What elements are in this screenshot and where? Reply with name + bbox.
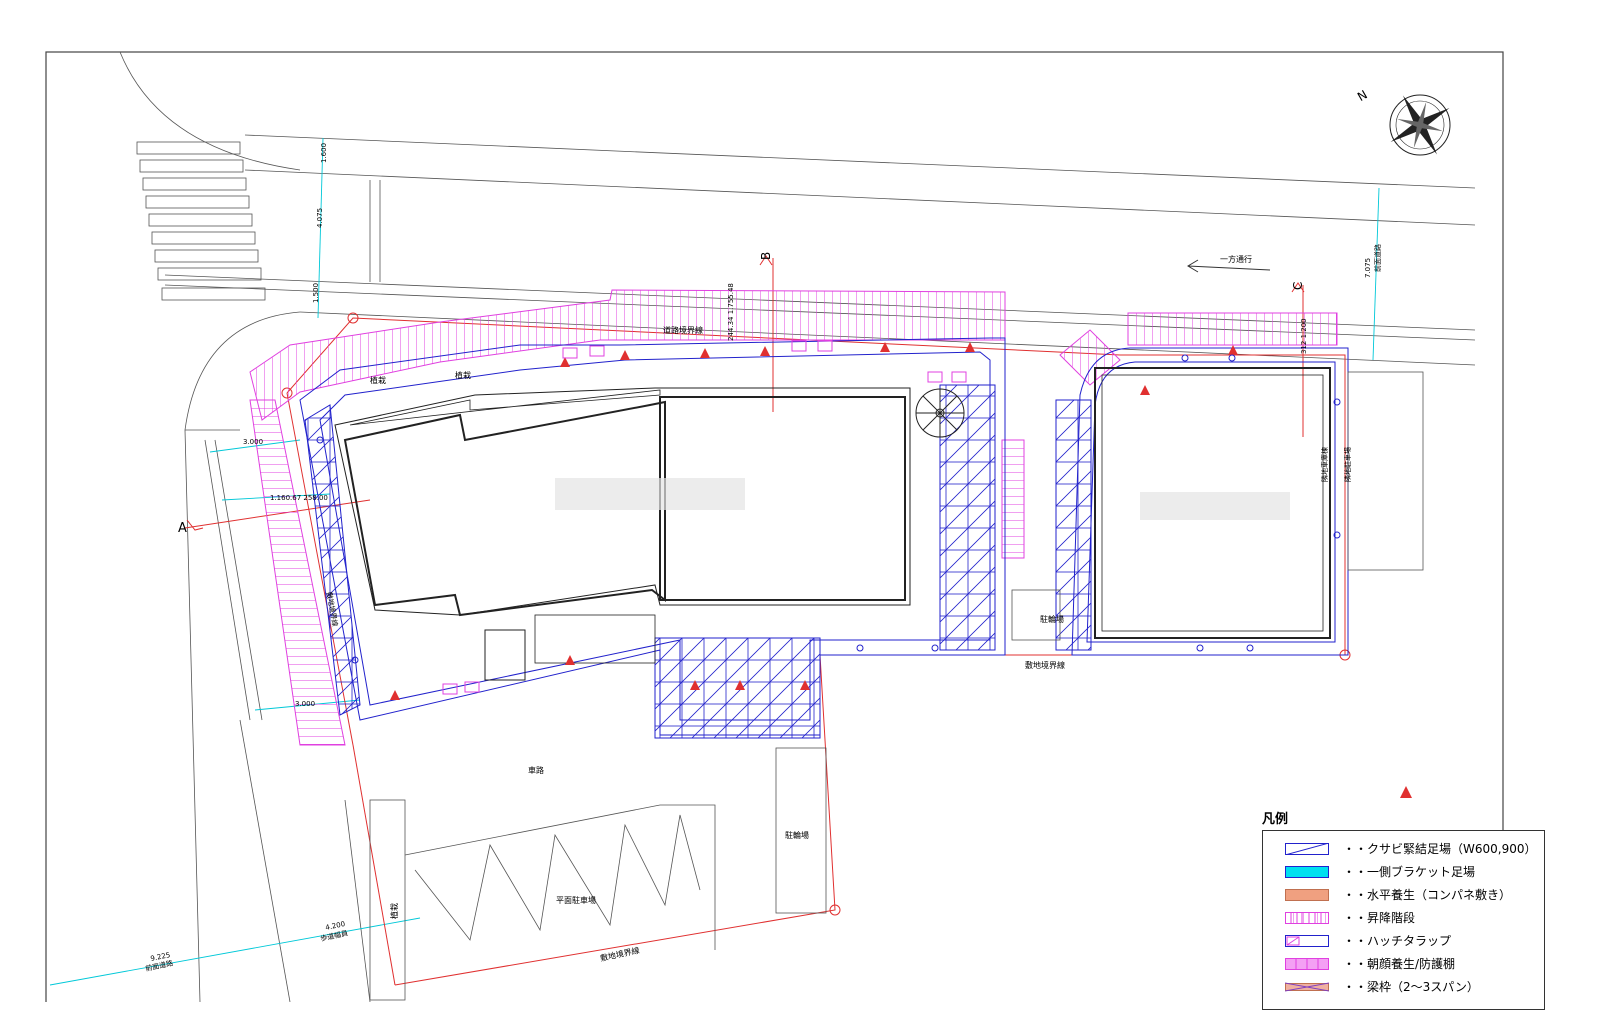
legend-label-beam: ・・梁枠（2～3スパン） [1343,980,1479,994]
planting-label-2: 植栽 [455,370,471,380]
main-building [334,387,911,681]
spiral-stair [915,388,965,438]
dim-3000b: 3.000 [295,700,315,708]
dim-b-top: 244.34 1.755.48 [727,283,735,341]
car-path-label: 車路 [528,765,544,775]
hatch-ladder-icon [1285,934,1329,947]
protective-shelf-icon [1285,957,1329,970]
legend-row-wedge: ・・クサビ緊結足場（W600,900） [1263,837,1544,860]
blurred-building-name-2 [1140,492,1290,520]
road-boundary-label: 道路境界線 [663,325,703,335]
section-a-label: A [178,521,187,536]
sidewalk-width-label: 歩道幅員 [319,928,348,943]
dim-c-top: 312 1.200 [1300,318,1308,354]
bike-parking-label-2: 駐輪場 [785,830,809,840]
legend-row-stairs: ・・昇降階段 [1263,906,1544,929]
north-label: N [1355,87,1370,104]
dim-1500: 1.500 [312,283,320,303]
site-boundary-south-label: 敷地境界線 [599,945,640,963]
dim-1600: 1.600 [320,143,328,163]
parking-zigzag [414,814,701,941]
legend-row-bracket: ・・一側ブラケット足場 [1263,860,1544,883]
legend-row-shelf: ・・朝顔養生/防護棚 [1263,952,1544,975]
front-road-label-2: 前面道路 [1373,244,1382,272]
legend-label-stairs: ・・昇降階段 [1343,911,1416,925]
wedge-scaffold-icon [1285,842,1329,855]
legend-label-wedge: ・・クサビ緊結足場（W600,900） [1343,842,1537,856]
legend-label-shelf: ・・朝顔養生/防護棚 [1343,957,1456,971]
bracket-scaffold-icon [1285,865,1329,878]
legend-title: 凡例 [1262,812,1289,827]
section-b-label: B [759,252,773,260]
legend-row-horizontal: ・・水平養生（コンパネ敷き） [1263,883,1544,906]
legend-label-hatch: ・・ハッチタラップ [1343,934,1452,948]
legend-row-beam: ・・梁枠（2～3スパン） [1263,975,1544,998]
horizontal-protection-icon [1285,888,1329,901]
dimension-lines [49,137,1380,986]
planting-label-3: 植栽 [389,903,399,919]
dim-a-left: 1.160.67 258.00 [270,494,328,502]
legend-row-hatch: ・・ハッチタラップ [1263,929,1544,952]
legend-label-horizontal: ・・水平養生（コンパネ敷き） [1343,888,1512,902]
legend: 凡例 ・・クサビ緊結足場（W600,900） ・・一側ブラケット足場 ・・水平養… [1262,810,1545,1010]
stairs-icon [1285,911,1329,924]
legend-label-bracket: ・・一側ブラケット足場 [1343,865,1476,879]
road-curve [119,51,301,171]
dim-7075: 7.075 [1364,258,1372,278]
planting-label-1: 植栽 [370,375,386,385]
beam-frame-icon [1285,982,1329,991]
blurred-building-name-1 [555,478,745,510]
one-way-label: 一方通行 [1220,254,1252,264]
section-c-label: C [1291,282,1305,290]
dim-3000: 3.000 [243,438,263,446]
compass-rose-icon [1389,94,1451,156]
site-boundary-east-label: 敷地境界線 [1025,660,1065,670]
legend-box: ・・クサビ緊結足場（W600,900） ・・一側ブラケット足場 ・・水平養生（コ… [1262,830,1545,1010]
anchor-markers [390,342,1412,798]
neighbor-building-label: 隣地車庫棟 [1320,447,1329,482]
parking-label: 平面駐車場 [556,895,596,905]
dim-4075: 4.075 [316,208,324,228]
bike-parking-label-1: 駐輪場 [1040,614,1064,624]
neighbor-parking-label: 隣地駐車場 [1343,447,1352,482]
